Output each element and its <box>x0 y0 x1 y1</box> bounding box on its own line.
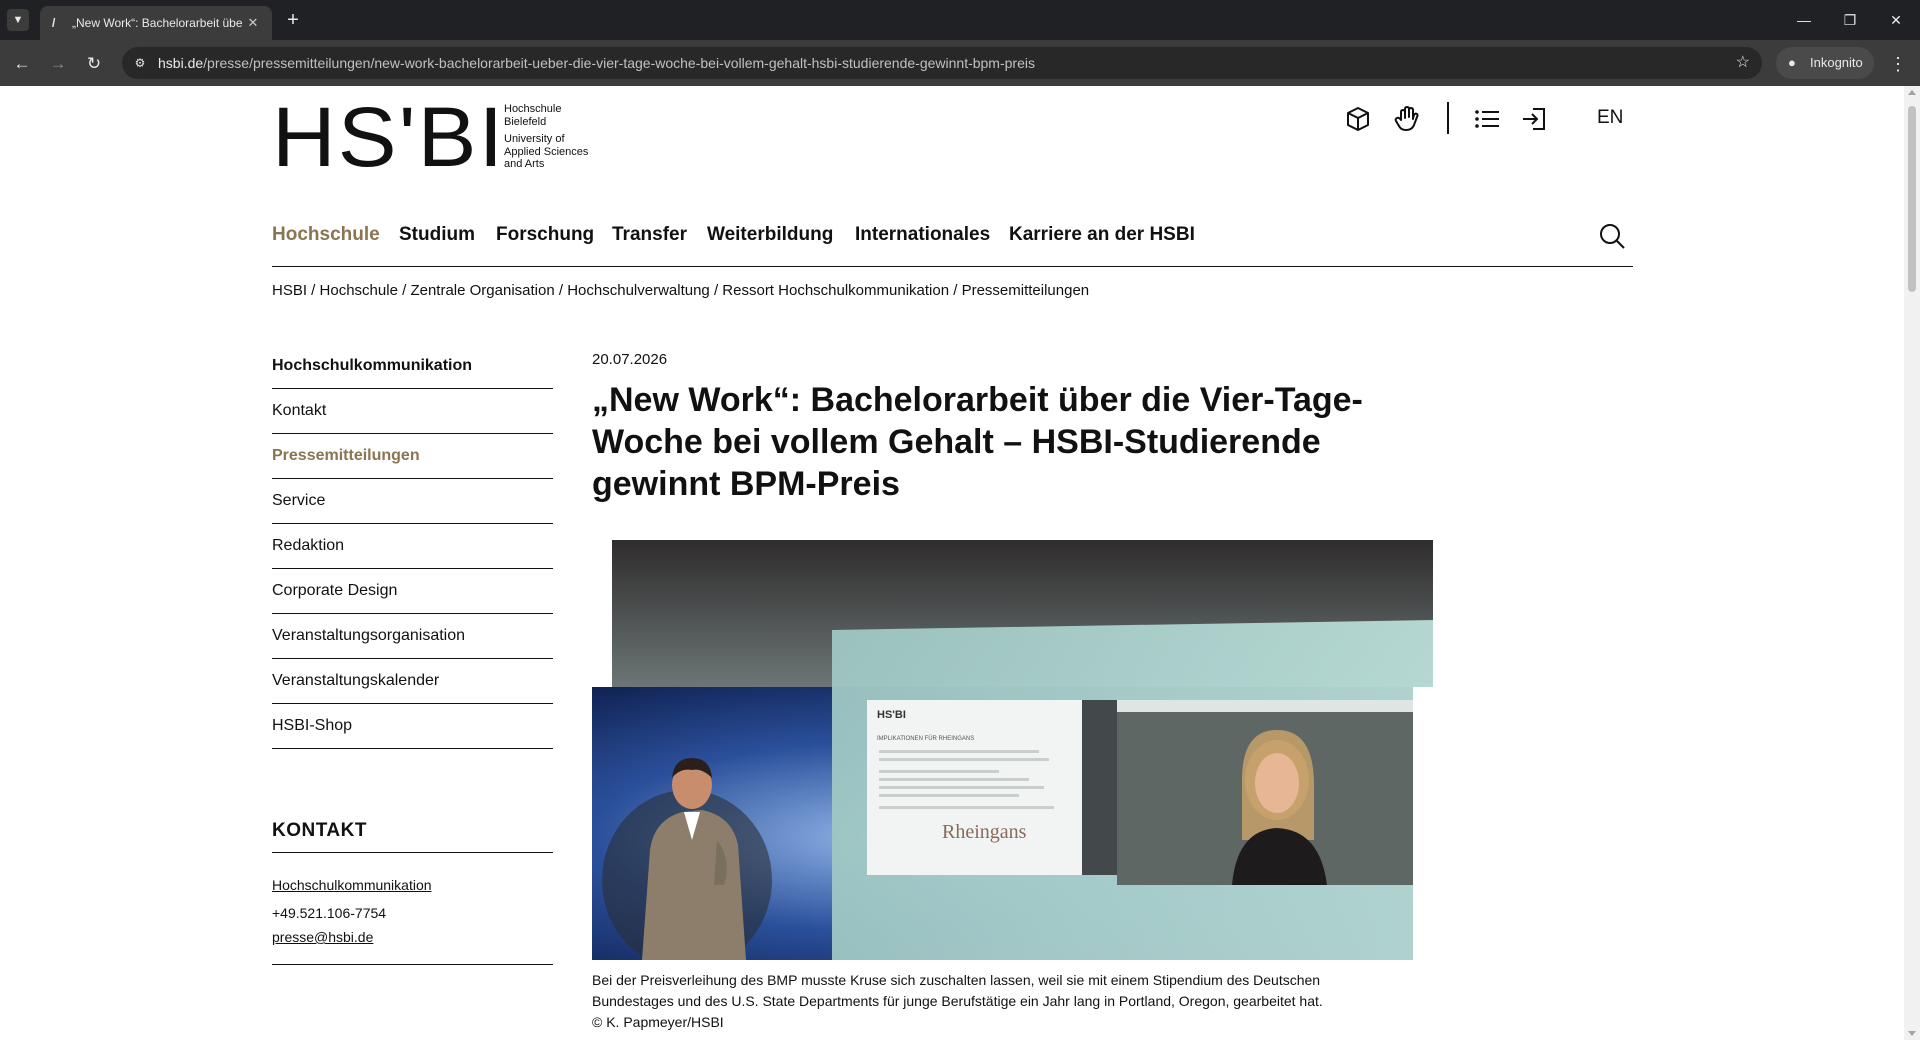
breadcrumb-separator: / <box>709 282 723 299</box>
sidebar-item-veranstaltungsorganisation[interactable]: Veranstaltungsorganisation <box>272 613 553 658</box>
login-icon[interactable] <box>1520 105 1548 133</box>
minimize-icon[interactable]: — <box>1792 8 1816 32</box>
breadcrumb: HSBI / Hochschule / Zentrale Organisatio… <box>272 282 1089 300</box>
sidebar-item-service[interactable]: Service <box>272 478 553 523</box>
tab-title: „New Work“: Bachelorarbeit über die Vier… <box>72 16 242 30</box>
incognito-label: Inkognito <box>1810 55 1863 70</box>
close-icon[interactable]: ✕ <box>1884 8 1908 32</box>
nav-item-karriere[interactable]: Karriere an der HSBI <box>1009 224 1195 246</box>
article-photo: HS'BI IMPLIKATIONEN FÜR RHEINGANS Rheing… <box>592 540 1433 960</box>
sidebar-item-corporate-design[interactable]: Corporate Design <box>272 568 553 613</box>
sidebar-item-label: Veranstaltungsorganisation <box>272 627 466 644</box>
url-domain: hsbi.de <box>158 55 204 71</box>
contact-name-link[interactable]: Hochschulkommunikation <box>272 876 432 894</box>
nav-item-internationales[interactable]: Internationales <box>855 224 990 246</box>
language-switch[interactable]: EN <box>1597 107 1623 129</box>
browser-tab-bar: ▼ / „New Work“: Bachelorarbeit über die … <box>0 0 1920 40</box>
logo-line: Hochschule <box>504 103 562 115</box>
breadcrumb-item[interactable]: Hochschule <box>320 282 398 299</box>
contact-phone: +49.521.106-7754 <box>272 905 387 921</box>
nav-item-forschung[interactable]: Forschung <box>496 224 594 246</box>
sidebar-item-label: Pressemitteilungen <box>272 447 420 464</box>
sidebar-item-label: Corporate Design <box>272 582 398 599</box>
tab-close-icon[interactable]: ✕ <box>244 14 262 32</box>
sidebar-item-kontakt[interactable]: Kontakt <box>272 388 553 433</box>
sidebar-item-hsbi-shop[interactable]: HSBI-Shop <box>272 703 553 748</box>
sidebar-divider <box>272 748 553 749</box>
hand-icon[interactable] <box>1393 105 1421 133</box>
search-icon[interactable] <box>1598 222 1626 250</box>
reload-icon[interactable]: ↻ <box>82 52 106 76</box>
sidebar-item-pressemitteilungen[interactable]: Pressemitteilungen <box>272 433 553 478</box>
bookmark-star-icon[interactable]: ☆ <box>1736 54 1750 72</box>
incognito-badge[interactable]: ● Inkognito <box>1776 47 1874 79</box>
nav-item-studium[interactable]: Studium <box>399 224 475 246</box>
sign-language-cube-icon[interactable] <box>1344 105 1372 133</box>
sidebar-item-label: Veranstaltungskalender <box>272 672 440 689</box>
header-divider <box>1447 102 1449 134</box>
logo-line: Applied Sciences <box>504 145 589 158</box>
list-icon[interactable] <box>1473 105 1501 133</box>
contact-divider <box>272 852 553 853</box>
sidebar-item-label: Kontakt <box>272 402 327 419</box>
logo-line: and Arts <box>504 158 545 170</box>
slide-brand: Rheingans <box>942 821 1027 843</box>
page-viewport: HS'BI Hochschule Bielefeld University of… <box>0 86 1904 1040</box>
sidebar-item-label: HSBI-Shop <box>272 717 353 734</box>
restore-icon[interactable]: ❐ <box>1838 8 1862 32</box>
logo-line: University of <box>504 133 565 145</box>
nav-item-weiterbildung[interactable]: Weiterbildung <box>707 224 833 246</box>
incognito-icon: ● <box>1788 55 1796 70</box>
logo-mark: HS'BI <box>272 90 506 184</box>
breadcrumb-separator: / <box>397 282 411 299</box>
contact-divider <box>272 964 553 965</box>
breadcrumb-item[interactable]: Zentrale Organisation <box>410 282 554 299</box>
sidebar-title[interactable]: Hochschulkommunikation <box>272 356 472 376</box>
photo-caption: Bei der Preisverleihung des BMP musste K… <box>592 972 1323 1030</box>
forward-icon[interactable]: → <box>46 52 70 76</box>
scroll-down-arrow-icon[interactable] <box>1908 1031 1916 1036</box>
url-text[interactable]: hsbi.de/presse/pressemitteilungen/new-wo… <box>158 55 1035 71</box>
article-date: 20.07.2026 <box>592 351 668 368</box>
browser-toolbar: ← → ↻ ⚙ hsbi.de/presse/pressemitteilunge… <box>0 40 1920 86</box>
scroll-up-arrow-icon[interactable] <box>1908 90 1916 95</box>
tab-search-icon[interactable]: ▼ <box>7 9 29 31</box>
address-bar[interactable]: ⚙ hsbi.de/presse/pressemitteilungen/new-… <box>122 47 1762 79</box>
breadcrumb-item[interactable]: Pressemitteilungen <box>962 282 1090 299</box>
page-scrollbar[interactable] <box>1904 86 1920 1040</box>
menu-kebab-icon[interactable]: ⋮ <box>1888 52 1908 76</box>
nav-item-transfer[interactable]: Transfer <box>612 224 687 246</box>
sidebar-item-label: Service <box>272 492 326 509</box>
back-icon[interactable]: ← <box>10 52 34 76</box>
breadcrumb-item[interactable]: Ressort Hochschulkommunikation <box>722 282 949 299</box>
breadcrumb-item[interactable]: Hochschulverwaltung <box>567 282 710 299</box>
logo-line: Bielefeld <box>504 115 547 128</box>
scroll-thumb[interactable] <box>1908 106 1916 292</box>
hsbi-logo[interactable]: HS'BI Hochschule Bielefeld University of… <box>272 95 602 179</box>
article-headline: „New Work“: Bachelorarbeit über die Vier… <box>592 381 1363 503</box>
sidebar-item-veranstaltungskalender[interactable]: Veranstaltungskalender <box>272 658 553 703</box>
sidebar-item-redaktion[interactable]: Redaktion <box>272 523 553 568</box>
favicon-icon: / <box>52 16 56 30</box>
slide-heading: IMPLIKATIONEN FÜR RHEINGANS <box>877 735 974 742</box>
sidebar-item-label: Redaktion <box>272 537 345 554</box>
site-info-icon[interactable]: ⚙ <box>132 55 148 71</box>
breadcrumb-separator: / <box>554 282 568 299</box>
breadcrumb-item[interactable]: HSBI <box>272 282 307 299</box>
nav-item-hochschule[interactable]: Hochschule <box>272 224 380 246</box>
slide-logo: HS'BI <box>877 709 906 721</box>
contact-title: KONTAKT <box>272 820 367 841</box>
logo-text: Hochschule Bielefeld University of Appli… <box>504 103 588 171</box>
new-tab-icon[interactable]: + <box>282 9 304 31</box>
breadcrumb-separator: / <box>307 282 320 299</box>
browser-tab[interactable]: / „New Work“: Bachelorarbeit über die Vi… <box>40 6 272 40</box>
breadcrumb-separator: / <box>949 282 962 299</box>
url-path: /presse/pressemitteilungen/new-work-bach… <box>203 55 1035 71</box>
contact-email-link[interactable]: presse@hsbi.de <box>272 928 373 946</box>
nav-divider <box>272 266 1633 267</box>
